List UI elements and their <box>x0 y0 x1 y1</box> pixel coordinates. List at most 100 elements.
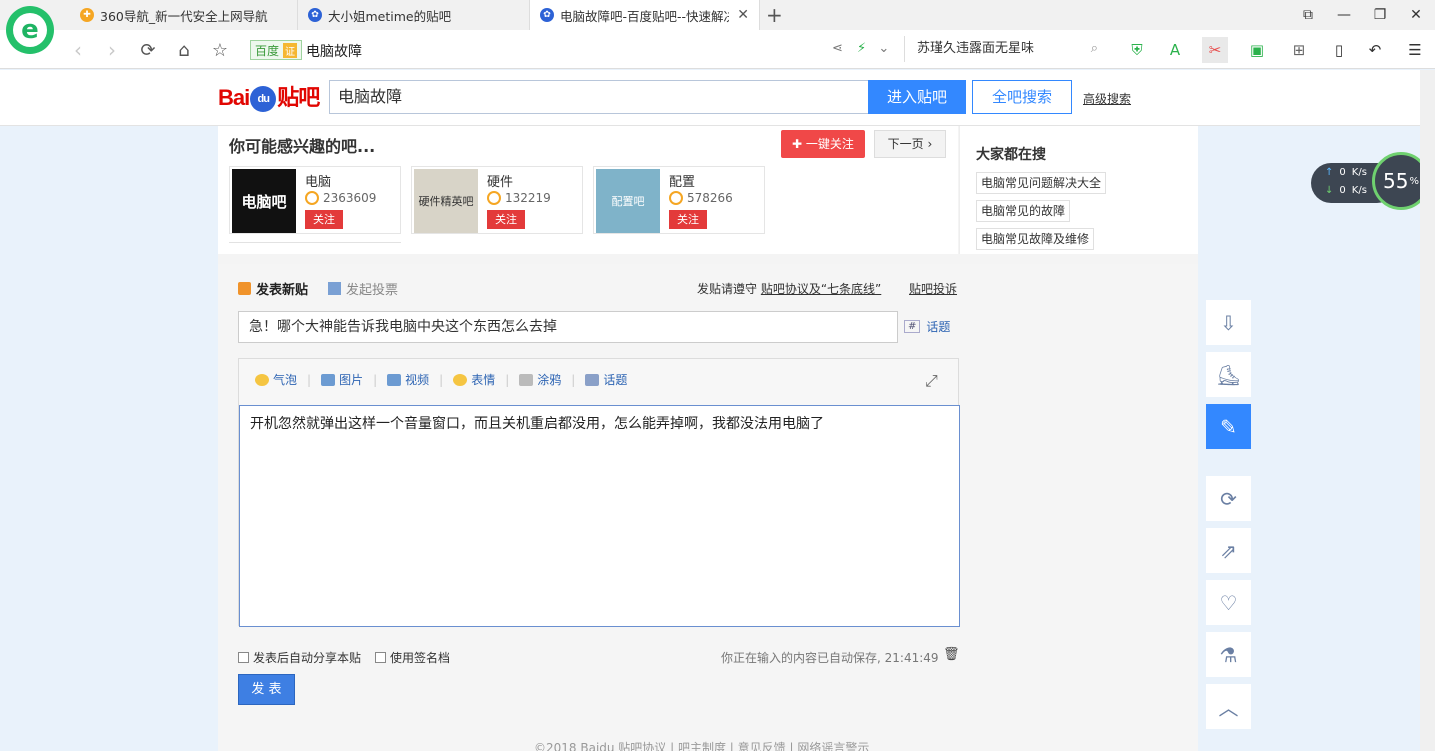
restore-button[interactable]: ❐ <box>1362 0 1398 30</box>
complaint-link[interactable]: 贴吧投诉 <box>909 280 957 297</box>
skin-icon[interactable]: ⧉ <box>1290 0 1326 30</box>
checkbox[interactable] <box>375 652 386 663</box>
tab-new-post[interactable]: 发表新贴 <box>238 279 308 298</box>
menu-icon[interactable]: ☰ <box>1402 37 1428 63</box>
tab-title: 360导航_新一代安全上网导航 <box>100 8 268 24</box>
gamepad-icon[interactable]: ▣ <box>1244 37 1270 63</box>
share-icon[interactable]: ⇗ <box>1206 528 1251 573</box>
rec-card-diannao[interactable]: 电脑吧 电脑 2363609 关注 <box>229 166 401 234</box>
translate-icon[interactable]: A <box>1162 37 1188 63</box>
back-to-top-icon[interactable]: ︿ <box>1206 684 1251 729</box>
all-search-button[interactable]: 全吧搜索 <box>972 80 1072 114</box>
360-browser-logo[interactable]: e <box>6 6 54 54</box>
trash-icon[interactable]: 🗑 <box>943 647 960 663</box>
hot-search-item[interactable]: 电脑常见故障及维修 <box>976 228 1095 250</box>
tab-metime-tieba[interactable]: ✿ 大小姐metime的贴吧 <box>298 0 530 30</box>
back-icon[interactable]: ‹ <box>64 36 92 64</box>
certified-site-badge[interactable]: 百度 证 <box>250 40 303 60</box>
follow-all-button[interactable]: ✚ 一键关注 <box>781 130 865 158</box>
topic-button[interactable]: # 话题 <box>904 318 950 335</box>
apps-grid-icon[interactable]: ⊞ <box>1286 37 1312 63</box>
bookmark-star-icon[interactable]: ☆ <box>206 36 234 64</box>
fan-count: 132219 <box>487 191 551 205</box>
post-title-input[interactable]: 急！哪个大神能告诉我电脑中央这个东西怎么去掉 <box>238 311 898 343</box>
url-field[interactable]: 电脑故障 <box>306 41 362 61</box>
home-icon[interactable]: ⌂ <box>170 36 198 64</box>
tab-360-nav[interactable]: ✚ 360导航_新一代安全上网导航 <box>70 0 298 30</box>
rec-card-yingjian[interactable]: 硬件精英吧 硬件 132219 关注 <box>411 166 583 234</box>
download-arrow-icon: ↓ <box>1325 185 1334 196</box>
chevron-down-icon[interactable]: ⌄ <box>878 41 889 56</box>
tab-diannao-guzhang[interactable]: ✿ 电脑故障吧-百度贴吧--快速解决 ✕ <box>530 0 760 30</box>
fan-count: 2363609 <box>305 191 376 205</box>
video-tool[interactable]: 视频 <box>387 371 429 388</box>
tieba-logo[interactable]: Bai du 贴吧 <box>218 80 320 113</box>
video-icon <box>387 373 402 386</box>
tablet-icon[interactable]: ▯ <box>1326 37 1352 63</box>
close-tab-icon[interactable]: ✕ <box>737 7 749 23</box>
tieba-header: Bai du 贴吧 电脑故障 进入贴吧 全吧搜索 高级搜索 <box>0 70 1420 126</box>
hot-search-item[interactable]: 电脑常见问题解决大全 <box>976 172 1107 194</box>
pencil-icon <box>238 282 251 295</box>
fans-icon <box>669 191 683 205</box>
post-submit-button[interactable]: 发 表 <box>238 674 295 705</box>
follow-button[interactable]: 关注 <box>669 210 707 229</box>
follow-button[interactable]: 关注 <box>305 210 343 229</box>
follow-button[interactable]: 关注 <box>487 210 525 229</box>
baidu-paw-icon: ✿ <box>308 8 322 22</box>
share-icon[interactable]: ⋖ <box>832 41 843 56</box>
360-favicon-icon: ✚ <box>80 8 94 22</box>
speech-bubble-icon <box>255 373 269 386</box>
rec-card-peizhi[interactable]: 配置吧 配置 578266 关注 <box>593 166 765 234</box>
hot-search-item[interactable]: 电脑常见的故障 <box>976 200 1071 222</box>
rules-link[interactable]: 贴吧协议及“七条底线” <box>761 282 881 296</box>
auto-share-checkbox[interactable]: 发表后自动分享本贴 <box>238 649 361 666</box>
tab-title: 电脑故障吧-百度贴吧--快速解决 <box>560 8 730 24</box>
bar-name[interactable]: 配置 <box>669 171 695 190</box>
image-tool[interactable]: 图片 <box>321 371 363 388</box>
autosave-status: 你正在输入的内容已自动保存, 21:41:49 <box>721 651 939 665</box>
checkbox[interactable] <box>238 652 249 663</box>
chevron-right-icon: › <box>923 137 933 151</box>
heart-icon[interactable]: ♡ <box>1206 580 1251 625</box>
hash-icon: # <box>904 320 921 333</box>
page-footer: ©2018 Baidu 贴吧协议 | 吧主制度 | 意见反馈 | 网络谣言警示 <box>534 741 870 751</box>
upload-arrow-icon: ↑ <box>1325 167 1334 178</box>
address-actions: ⋖ ⚡ ⌄ <box>832 41 889 56</box>
fans-icon <box>305 191 319 205</box>
new-tab-button[interactable]: + <box>766 3 783 27</box>
fullscreen-icon[interactable]: ⤢ <box>925 371 943 390</box>
emoji-tool[interactable]: 表情 <box>453 371 495 388</box>
advanced-search-link[interactable]: 高级搜索 <box>1083 90 1131 107</box>
scissors-icon[interactable]: ✂ <box>1202 37 1228 63</box>
bar-name[interactable]: 硬件 <box>487 171 513 190</box>
forward-icon[interactable]: › <box>98 36 126 64</box>
search-icon[interactable]: ⌕ <box>1091 36 1098 62</box>
refresh-icon[interactable]: ⟳ <box>1206 476 1251 521</box>
browser-search-input[interactable]: 苏瑾久违露面无星味 ⌕ <box>904 36 1104 62</box>
image-icon <box>321 373 336 386</box>
enter-tieba-button[interactable]: 进入贴吧 <box>868 80 966 114</box>
tshirt-icon[interactable]: ⛸ <box>1206 352 1251 397</box>
topic-tool[interactable]: 话题 <box>585 371 627 388</box>
undo-icon[interactable]: ↶ <box>1362 37 1388 63</box>
next-page-button[interactable]: 下一页 › <box>874 130 946 158</box>
write-post-icon[interactable]: ✎ <box>1206 404 1251 449</box>
hot-search-title: 大家都在搜 <box>976 147 1046 163</box>
lightning-icon[interactable]: ⚡ <box>857 41 866 56</box>
doodle-tool[interactable]: 涂鸦 <box>519 371 561 388</box>
page-scrollbar[interactable] <box>1420 70 1435 751</box>
signature-checkbox[interactable]: 使用签名档 <box>375 649 450 666</box>
tab-vote[interactable]: 发起投票 <box>328 279 398 298</box>
post-content-textarea[interactable]: 开机忽然就弹出这样一个音量窗口，而且关机重启都没用，怎么能弄掉啊，我都没法用电脑… <box>239 405 960 627</box>
close-window-button[interactable]: ✕ <box>1398 0 1434 30</box>
refresh-icon[interactable]: ⟳ <box>134 36 162 64</box>
divider <box>229 242 401 243</box>
bubble-tool[interactable]: 气泡 <box>255 371 297 388</box>
flask-icon[interactable]: ⚗ <box>1206 632 1251 677</box>
tieba-search-input[interactable]: 电脑故障 <box>329 80 869 114</box>
minimize-button[interactable]: — <box>1326 0 1362 30</box>
download-app-icon[interactable]: ⇩ <box>1206 300 1251 345</box>
shield-yen-icon[interactable]: ⛨ <box>1124 37 1150 63</box>
bar-name[interactable]: 电脑 <box>305 171 331 190</box>
